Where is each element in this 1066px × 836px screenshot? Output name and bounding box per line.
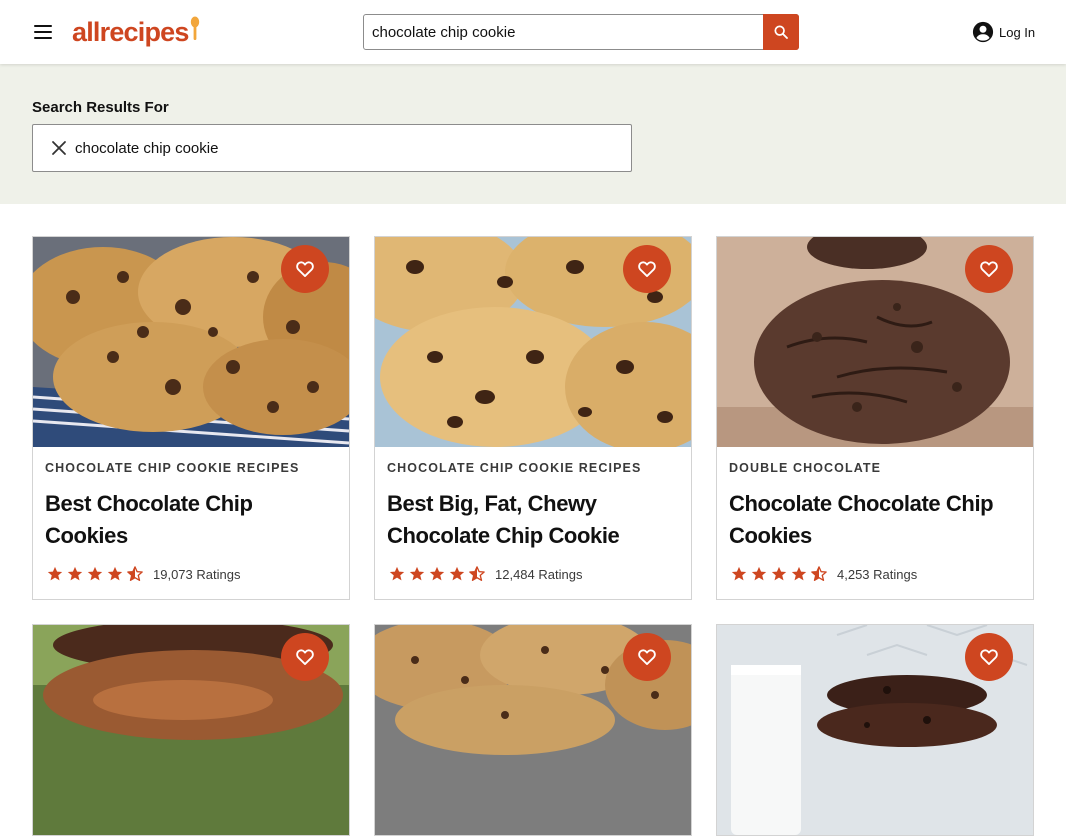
logo-text: allrecipes <box>72 17 189 47</box>
search-input[interactable] <box>364 15 764 49</box>
search-button[interactable] <box>763 14 799 50</box>
search-results-label: Search Results For <box>32 99 169 116</box>
recipe-image[interactable] <box>717 625 1033 835</box>
search-filter-box[interactable]: chocolate chip cookie <box>32 124 632 172</box>
heart-icon <box>296 261 314 277</box>
star-icon <box>107 566 123 581</box>
star-rating <box>45 564 145 584</box>
half-star-icon <box>811 566 827 581</box>
recipe-rating: 12,484 Ratings <box>387 564 679 584</box>
recipe-rating: 4,253 Ratings <box>729 564 1021 584</box>
search-filter-text: chocolate chip cookie <box>75 139 219 157</box>
recipe-image[interactable] <box>33 237 349 447</box>
recipe-card-body: Double Chocolate Chocolate Chocolate Chi… <box>717 447 1033 599</box>
half-star-icon <box>469 566 485 581</box>
star-rating <box>729 564 829 584</box>
heart-icon <box>296 649 314 665</box>
save-recipe-button[interactable] <box>965 633 1013 681</box>
star-icon <box>771 566 787 581</box>
recipe-card[interactable]: Chocolate Chip Cookie Recipes Best Choco… <box>32 236 350 600</box>
heart-icon <box>980 261 998 277</box>
rating-count: 4,253 Ratings <box>837 566 918 582</box>
menu-icon[interactable] <box>32 22 56 42</box>
account-icon <box>972 21 994 43</box>
save-recipe-button[interactable] <box>623 245 671 293</box>
login-button[interactable]: Log In <box>972 20 1035 44</box>
recipe-title[interactable]: Chocolate Chocolate Chip Cookies <box>729 488 1021 552</box>
recipe-image[interactable] <box>375 237 691 447</box>
half-star-icon <box>127 566 143 581</box>
star-icon <box>409 566 425 581</box>
recipe-card-body: Chocolate Chip Cookie Recipes Best Choco… <box>33 447 349 599</box>
star-icon <box>449 566 465 581</box>
star-rating <box>387 564 487 584</box>
recipe-card[interactable]: Chocolate Chip Cookie Recipes Best Big, … <box>374 236 692 600</box>
site-header: allrecipes Log In <box>0 0 1066 64</box>
star-icon <box>67 566 83 581</box>
recipe-title[interactable]: Best Big, Fat, Chewy Chocolate Chip Cook… <box>387 488 679 552</box>
recipe-image[interactable] <box>375 625 691 835</box>
recipe-card[interactable] <box>374 624 692 836</box>
heart-icon <box>980 649 998 665</box>
recipe-card[interactable]: Double Chocolate Chocolate Chocolate Chi… <box>716 236 1034 600</box>
star-icon <box>87 566 103 581</box>
heart-icon <box>638 261 656 277</box>
recipe-category[interactable]: Chocolate Chip Cookie Recipes <box>387 461 679 475</box>
search-icon <box>774 25 788 39</box>
recipe-card[interactable] <box>32 624 350 836</box>
login-label: Log In <box>999 24 1036 40</box>
recipe-rating: 19,073 Ratings <box>45 564 337 584</box>
save-recipe-button[interactable] <box>623 633 671 681</box>
recipe-title[interactable]: Best Chocolate Chip Cookies <box>45 488 337 552</box>
save-recipe-button[interactable] <box>965 245 1013 293</box>
rating-count: 12,484 Ratings <box>495 566 583 582</box>
recipe-category[interactable]: Double Chocolate <box>729 461 1021 475</box>
site-logo[interactable]: allrecipes <box>72 14 200 50</box>
star-icon <box>731 566 747 581</box>
search-results-panel: Search Results For chocolate chip cookie <box>0 64 1066 204</box>
recipe-image[interactable] <box>717 237 1033 447</box>
recipe-card-body: Chocolate Chip Cookie Recipes Best Big, … <box>375 447 691 599</box>
star-icon <box>751 566 767 581</box>
star-icon <box>389 566 405 581</box>
close-icon[interactable] <box>51 140 67 156</box>
spoon-icon <box>190 16 199 40</box>
heart-icon <box>638 649 656 665</box>
star-icon <box>47 566 63 581</box>
rating-count: 19,073 Ratings <box>153 566 241 582</box>
recipe-image[interactable] <box>33 625 349 835</box>
recipe-category[interactable]: Chocolate Chip Cookie Recipes <box>45 461 337 475</box>
save-recipe-button[interactable] <box>281 245 329 293</box>
save-recipe-button[interactable] <box>281 633 329 681</box>
search-bar <box>363 14 799 50</box>
recipe-card[interactable] <box>716 624 1034 836</box>
star-icon <box>791 566 807 581</box>
star-icon <box>429 566 445 581</box>
